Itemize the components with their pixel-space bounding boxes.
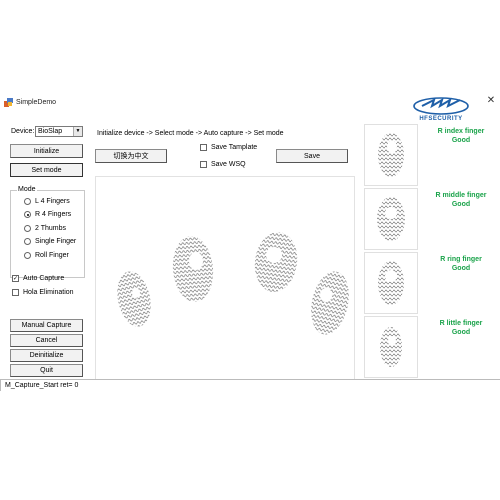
device-select-value: BioSlap [38, 128, 63, 135]
device-select[interactable]: BioSlap ▼ [35, 126, 83, 137]
radio-single-finger[interactable]: Single Finger [24, 238, 76, 245]
finger-result-middle: R middle finger Good [426, 191, 496, 209]
radio-circle[interactable] [24, 252, 31, 259]
radio-label: Roll Finger [35, 252, 69, 259]
print-middle-finger [254, 232, 298, 292]
thumb-little-finger [364, 316, 418, 378]
checkbox-label: Auto Capture [23, 275, 65, 282]
fingerprint-icon [378, 261, 404, 305]
chevron-down-icon[interactable]: ▼ [73, 127, 82, 136]
auto-capture-checkbox[interactable]: ✓ Auto Capture [12, 275, 64, 282]
app-icon [4, 98, 13, 107]
thumb-middle-finger [364, 188, 418, 250]
checkbox-box[interactable] [200, 144, 207, 151]
fingerprint-icon [380, 327, 402, 367]
finger-name: R index finger [437, 128, 485, 135]
save-template-checkbox[interactable]: Save Tamplate [200, 144, 257, 151]
finger-quality: Good [451, 329, 471, 336]
print-index-finger [311, 271, 349, 335]
radio-circle[interactable] [24, 238, 31, 245]
status-separator [0, 380, 1, 391]
save-button[interactable]: Save [276, 149, 348, 163]
finger-result-index: R index finger Good [426, 127, 496, 145]
finger-quality: Good [451, 265, 471, 272]
set-mode-button[interactable]: Set mode [10, 163, 83, 177]
window-title: SimpleDemo [16, 99, 57, 106]
radio-label: 2 Thumbs [35, 225, 66, 232]
device-label: Device: [11, 128, 35, 135]
radio-circle[interactable] [24, 198, 31, 205]
finger-result-ring: R ring finger Good [426, 255, 496, 273]
radio-circle[interactable] [24, 225, 31, 232]
radio-roll-finger[interactable]: Roll Finger [24, 252, 69, 259]
deinitialize-button[interactable]: Deinitialize [10, 349, 83, 362]
checkbox-label: Save WSQ [211, 161, 246, 168]
hfsecurity-logo: HFSECURITY [412, 94, 470, 126]
checkbox-label: Save Tamplate [211, 144, 258, 151]
manual-capture-button[interactable]: Manual Capture [10, 319, 83, 332]
close-icon[interactable]: ✕ [486, 96, 496, 106]
radio-2-thumbs[interactable]: 2 Thumbs [24, 225, 66, 232]
radio-label: R 4 Fingers [35, 211, 72, 218]
save-wsq-checkbox[interactable]: Save WSQ [200, 161, 246, 168]
finger-quality: Good [451, 201, 471, 208]
radio-circle-selected[interactable] [24, 211, 31, 218]
mode-group-title: Mode [17, 186, 37, 193]
finger-quality: Good [451, 137, 471, 144]
logo-text: HFSECURITY [419, 116, 463, 122]
radio-r-4-fingers[interactable]: R 4 Fingers [24, 211, 71, 218]
halo-elimination-checkbox[interactable]: Hola Elimination [12, 289, 74, 296]
radio-label: Single Finger [35, 238, 77, 245]
radio-label: L 4 Fingers [35, 198, 70, 205]
instructions-text: Initialize device -> Select mode -> Auto… [97, 130, 284, 137]
print-little-finger [117, 271, 151, 327]
fingerprint-icon [378, 133, 404, 177]
thumb-ring-finger [364, 252, 418, 314]
switch-language-button[interactable]: 切换为中文 [95, 149, 167, 163]
finger-name: R little finger [439, 320, 483, 327]
checkbox-label: Hola Elimination [23, 289, 74, 296]
finger-result-little: R little finger Good [426, 319, 496, 337]
initialize-button[interactable]: Initialize [10, 144, 83, 158]
checkbox-box[interactable] [200, 161, 207, 168]
logo-icon [413, 97, 469, 115]
fingerprint-icon [377, 197, 405, 241]
status-bar: M_Capture_Start ret= 0 [0, 379, 500, 391]
finger-name: R middle finger [435, 192, 487, 199]
app-window: SimpleDemo ✕ HFSECURITY Device: BioSlap … [0, 92, 500, 392]
cancel-button[interactable]: Cancel [10, 334, 83, 347]
checkbox-box-checked[interactable]: ✓ [12, 275, 19, 282]
four-finger-print-image [117, 232, 349, 335]
checkbox-box[interactable] [12, 289, 19, 296]
quit-button[interactable]: Quit [10, 364, 83, 377]
finger-name: R ring finger [440, 256, 482, 263]
radio-l-4-fingers[interactable]: L 4 Fingers [24, 198, 70, 205]
fingerprint-capture-canvas [95, 176, 355, 383]
thumb-index-finger [364, 124, 418, 186]
status-text: M_Capture_Start ret= 0 [5, 382, 79, 389]
print-ring-finger [172, 236, 214, 302]
